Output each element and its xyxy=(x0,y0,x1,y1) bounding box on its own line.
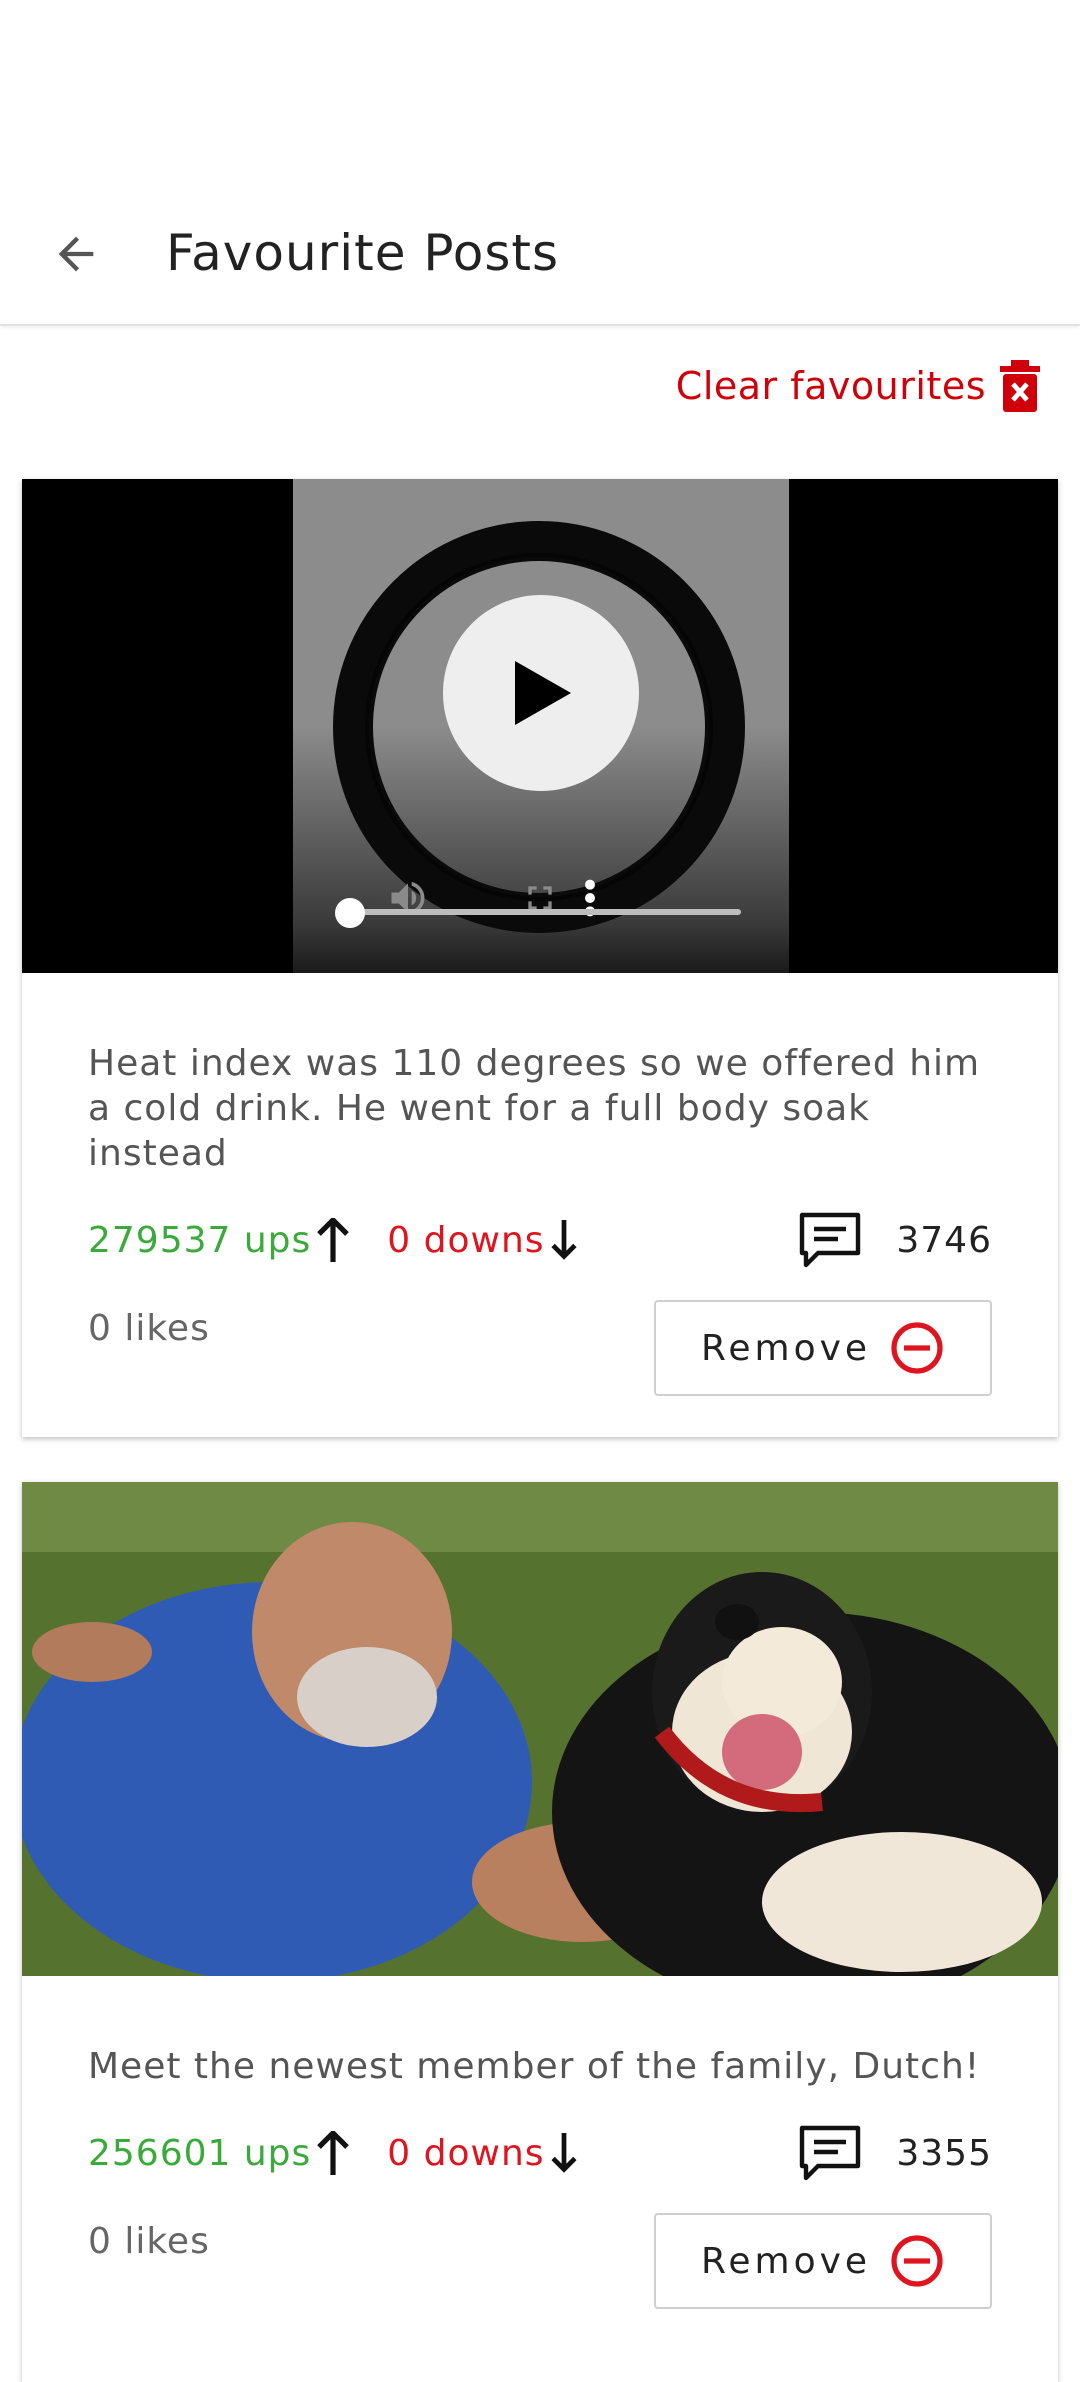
post-stats: 279537 ups 0 downs 3746 xyxy=(88,1210,992,1270)
remove-circle-icon xyxy=(891,1322,943,1374)
fullscreen-button[interactable] xyxy=(515,873,565,923)
app-bar: Favourite Posts xyxy=(0,180,1080,326)
ups-count: 279537 ups xyxy=(88,1219,312,1261)
comments-count: 3355 xyxy=(896,2132,992,2174)
post-description: Heat index was 110 degrees so we offered… xyxy=(88,1043,981,1174)
comments[interactable]: 3355 xyxy=(798,2124,992,2182)
ups-count: 256601 ups xyxy=(88,2132,312,2174)
downs-count: 0 downs xyxy=(387,1219,545,1261)
video-player[interactable] xyxy=(22,479,1058,973)
comments-count: 3746 xyxy=(896,1219,992,1261)
remove-circle-icon xyxy=(891,2235,943,2287)
likes-count: 0 likes xyxy=(88,1308,210,1349)
post-stats: 256601 ups 0 downs 3355 xyxy=(88,2123,992,2183)
post-card: Heat index was 110 degrees so we offered… xyxy=(22,479,1058,1437)
downvote-arrow-icon[interactable] xyxy=(549,1220,579,1260)
comment-icon xyxy=(800,1212,861,1268)
downs-count: 0 downs xyxy=(387,2132,545,2174)
more-options-button[interactable] xyxy=(565,873,615,923)
man-and-dog-photo xyxy=(22,1482,1058,1976)
seek-handle[interactable] xyxy=(335,898,365,928)
volume-button[interactable] xyxy=(383,873,433,923)
play-icon xyxy=(515,661,571,725)
likes-count: 0 likes xyxy=(88,2221,210,2262)
post-description: Meet the newest member of the family, Du… xyxy=(88,2046,981,2087)
back-arrow-icon xyxy=(58,236,94,272)
seek-bar[interactable] xyxy=(353,909,741,915)
page-title: Favourite Posts xyxy=(166,224,560,282)
back-button[interactable] xyxy=(38,216,114,292)
upvote-arrow-icon[interactable] xyxy=(315,1218,351,1262)
video-frame xyxy=(293,479,789,973)
trash-icon xyxy=(1000,360,1040,412)
status-bar-area xyxy=(0,0,1080,180)
remove-label: Remove xyxy=(700,2240,872,2282)
comments[interactable]: 3746 xyxy=(798,1211,992,1269)
upvote-arrow-icon[interactable] xyxy=(315,2131,351,2175)
comment-icon xyxy=(800,2125,861,2181)
remove-button[interactable]: Remove xyxy=(654,2213,992,2309)
remove-button[interactable]: Remove xyxy=(654,1300,992,1396)
post-card: Meet the newest member of the family, Du… xyxy=(22,1482,1058,2382)
post-image[interactable] xyxy=(22,1482,1058,1976)
downvote-arrow-icon[interactable] xyxy=(549,2133,579,2173)
remove-label: Remove xyxy=(700,1327,872,1369)
clear-favourites-label: Clear favourites xyxy=(675,364,986,408)
clear-favourites-button[interactable]: Clear favourites xyxy=(676,360,1040,412)
play-button[interactable] xyxy=(443,595,639,791)
